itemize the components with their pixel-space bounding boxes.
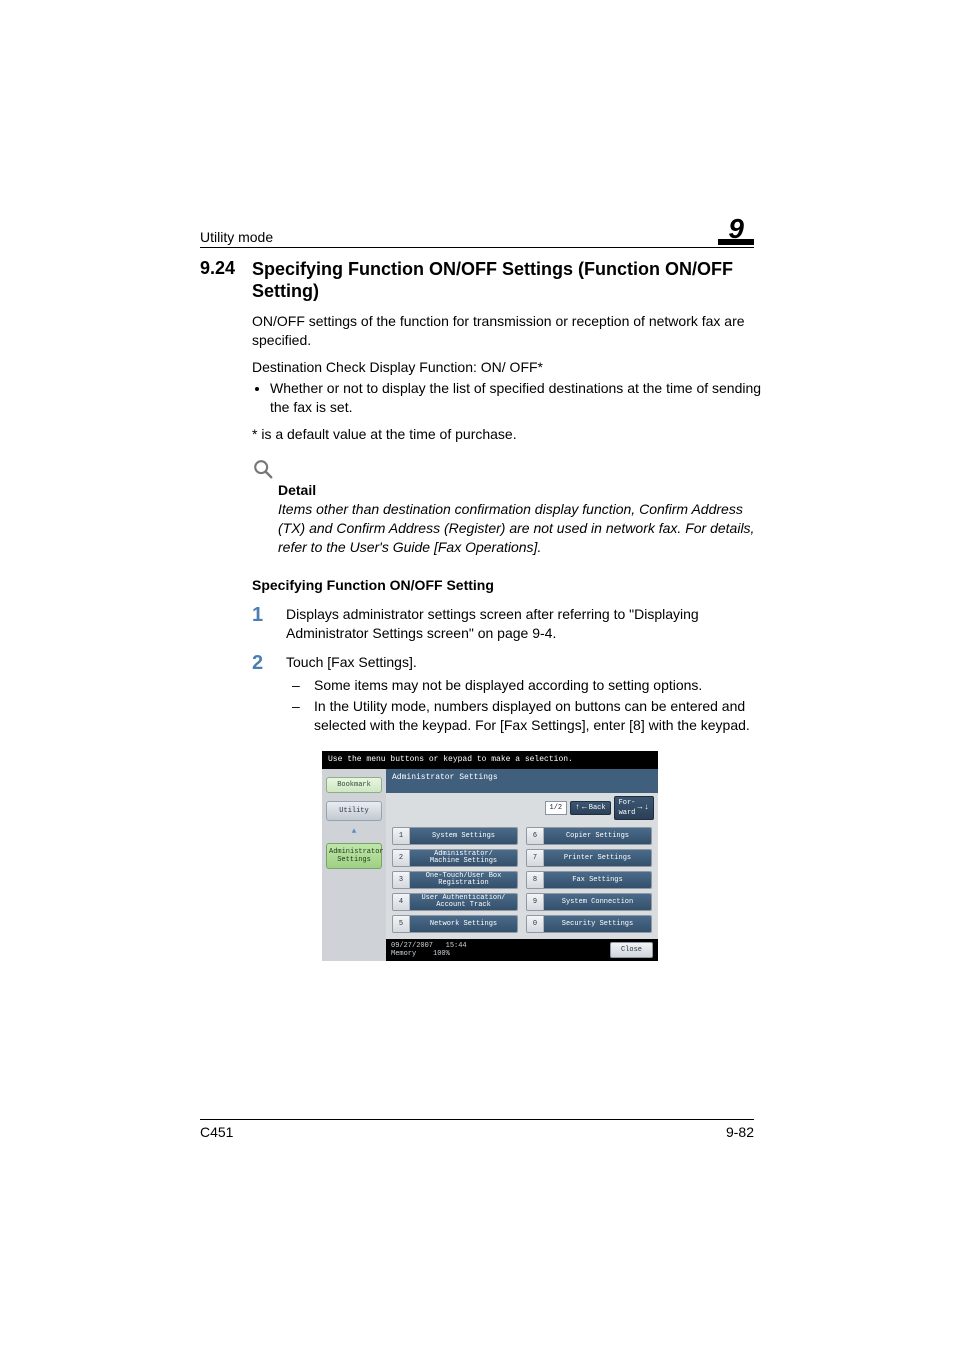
intro-block: ON/OFF settings of the function for tran…: [252, 312, 764, 444]
back-button[interactable]: ↑ ← Back: [570, 801, 610, 815]
menu-item-network-settings[interactable]: 5 Network Settings: [392, 915, 518, 933]
dest-check-line: Destination Check Display Function: ON/ …: [252, 358, 764, 377]
panel-titlebar: Administrator Settings: [386, 769, 658, 793]
content-area: 9.24 Specifying Function ON/OFF Settings…: [200, 258, 764, 961]
close-button[interactable]: Close: [610, 942, 653, 958]
page-indicator: 1/2: [545, 801, 568, 815]
up-arrow-icon: ▲: [322, 827, 386, 837]
menu-item-label: User Authentication/ Account Track: [410, 894, 517, 910]
status-mem-label: Memory: [391, 950, 416, 958]
right-arrow-icon: →: [637, 803, 642, 813]
detail-block: Detail Items other than destination conf…: [252, 458, 764, 557]
menu-item-number: 7: [527, 850, 544, 866]
menu-item-label: Fax Settings: [544, 872, 651, 888]
panel-status-bar: 09/27/2007 15:44 Memory 100% Close: [386, 939, 658, 961]
running-header: Utility mode 9: [200, 216, 754, 248]
step-text: Touch [Fax Settings].: [286, 653, 764, 672]
footer-model: C451: [200, 1124, 233, 1140]
left-arrow-icon: ←: [582, 803, 587, 813]
menu-item-number: 9: [527, 894, 544, 910]
dest-check-bullets: Whether or not to display the list of sp…: [252, 379, 764, 417]
step-body: Displays administrator settings screen a…: [286, 605, 764, 643]
menu-item-number: 8: [527, 872, 544, 888]
menu-item-label: Copier Settings: [544, 828, 651, 844]
step-subitem: In the Utility mode, numbers displayed o…: [314, 697, 764, 735]
menu-grid: 1 System Settings 6 Copier Settings 2 Ad…: [386, 823, 658, 939]
footer-page: 9-82: [726, 1124, 754, 1140]
forward-button[interactable]: For- ward → ↓: [614, 796, 654, 820]
menu-item-label: Security Settings: [544, 916, 651, 932]
intro-paragraph: ON/OFF settings of the function for tran…: [252, 312, 764, 350]
status-mem-value: 100%: [433, 950, 450, 958]
manual-page: Utility mode 9 9.24 Specifying Function …: [0, 0, 954, 1350]
forward-label: For- ward: [619, 798, 636, 818]
touch-panel-screenshot: Use the menu buttons or keypad to make a…: [322, 751, 658, 961]
running-title: Utility mode: [200, 229, 273, 245]
page-footer: C451 9-82: [200, 1119, 754, 1140]
bookmark-tab[interactable]: Bookmark: [326, 777, 382, 793]
step-2: 2 Touch [Fax Settings]. Some items may n…: [252, 653, 764, 737]
menu-item-security-settings[interactable]: 0 Security Settings: [526, 915, 652, 933]
menu-item-admin-machine-settings[interactable]: 2 Administrator/ Machine Settings: [392, 849, 518, 867]
step-subitem: Some items may not be displayed accordin…: [314, 676, 702, 695]
menu-item-printer-settings[interactable]: 7 Printer Settings: [526, 849, 652, 867]
menu-item-number: 4: [393, 894, 410, 910]
step-1: 1 Displays administrator settings screen…: [252, 605, 764, 643]
panel-main-column: Administrator Settings 1/2 ↑ ← Back For-…: [386, 769, 658, 961]
menu-item-onetouch-userbox[interactable]: 3 One-Touch/User Box Registration: [392, 871, 518, 889]
default-note: * is a default value at the time of purc…: [252, 425, 764, 444]
left-arrow-icon: ↑: [575, 803, 580, 813]
utility-button[interactable]: Utility: [326, 801, 382, 821]
menu-item-label: System Connection: [544, 894, 651, 910]
status-left: 09/27/2007 15:44 Memory 100%: [391, 942, 467, 958]
magnifier-icon: [252, 458, 764, 480]
menu-item-label: Administrator/ Machine Settings: [410, 850, 517, 866]
menu-item-system-connection[interactable]: 9 System Connection: [526, 893, 652, 911]
panel-instruction-bar: Use the menu buttons or keypad to make a…: [322, 751, 658, 769]
step-sublist: Some items may not be displayed accordin…: [286, 676, 764, 735]
menu-item-number: 2: [393, 850, 410, 866]
menu-item-number: 5: [393, 916, 410, 932]
menu-item-label: Printer Settings: [544, 850, 651, 866]
menu-item-copier-settings[interactable]: 6 Copier Settings: [526, 827, 652, 845]
down-arrow-icon: ↓: [644, 803, 649, 813]
menu-item-label: Network Settings: [410, 916, 517, 932]
step-number: 1: [252, 605, 286, 625]
status-date: 09/27/2007: [391, 942, 433, 950]
menu-item-fax-settings[interactable]: 8 Fax Settings: [526, 871, 652, 889]
panel-side-column: Bookmark Utility ▲ Administrator Setting…: [322, 769, 386, 961]
menu-item-user-auth[interactable]: 4 User Authentication/ Account Track: [392, 893, 518, 911]
detail-label: Detail: [278, 482, 764, 498]
detail-text: Items other than destination confirmatio…: [278, 500, 760, 557]
menu-item-label: One-Touch/User Box Registration: [410, 872, 517, 888]
dest-check-bullet: Whether or not to display the list of sp…: [270, 379, 764, 417]
section-title: Specifying Function ON/OFF Settings (Fun…: [252, 258, 764, 302]
step-body: Touch [Fax Settings]. Some items may not…: [286, 653, 764, 737]
panel-instruction: Use the menu buttons or keypad to make a…: [328, 755, 573, 764]
back-label: Back: [589, 803, 606, 813]
menu-item-system-settings[interactable]: 1 System Settings: [392, 827, 518, 845]
chapter-number-box: 9: [718, 216, 754, 245]
section-number: 9.24: [200, 258, 252, 279]
breadcrumb-admin-settings[interactable]: Administrator Settings: [326, 843, 382, 869]
menu-item-label: System Settings: [410, 828, 517, 844]
step-number: 2: [252, 653, 286, 673]
menu-item-number: 3: [393, 872, 410, 888]
section-heading: 9.24 Specifying Function ON/OFF Settings…: [200, 258, 764, 302]
subheading: Specifying Function ON/OFF Setting: [252, 577, 764, 593]
paging-row: 1/2 ↑ ← Back For- ward → ↓: [386, 793, 658, 823]
menu-item-number: 1: [393, 828, 410, 844]
menu-item-number: 6: [527, 828, 544, 844]
chapter-number: 9: [724, 213, 748, 244]
menu-item-number: 0: [527, 916, 544, 932]
status-time: 15:44: [446, 942, 467, 950]
